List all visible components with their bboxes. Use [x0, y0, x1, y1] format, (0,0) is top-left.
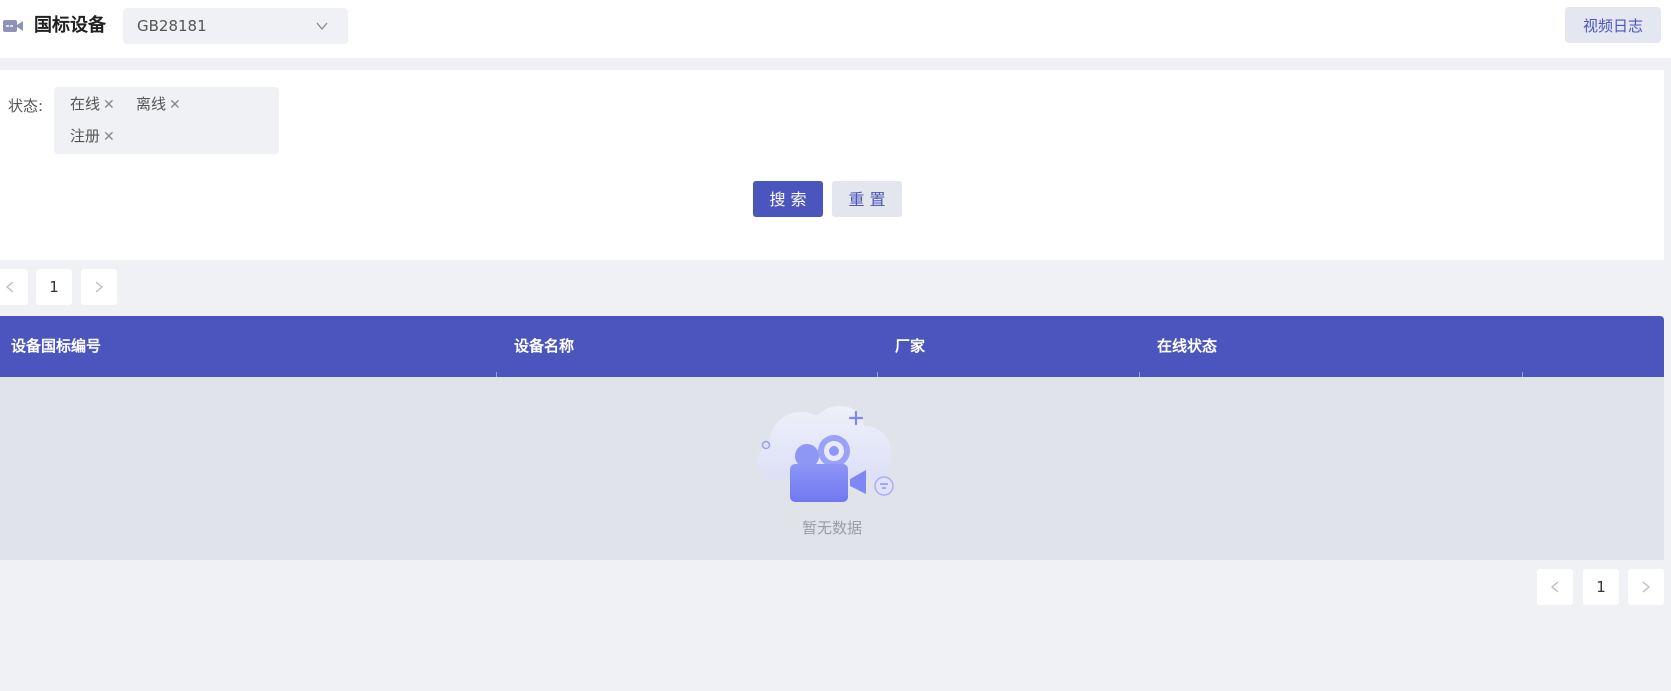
tag-label: 在线 — [70, 95, 101, 113]
table-header: 设备国标编号 设备名称 厂家 在线状态 — [0, 316, 1664, 377]
status-tag-online: 在线 ✕ — [66, 91, 119, 117]
column-header-device-name[interactable]: 设备名称 — [514, 316, 574, 377]
top-bar: 国标设备 GB28181 视频日志 — [0, 0, 1671, 58]
tag-label: 离线 — [136, 95, 167, 113]
table-body: 暂无数据 — [0, 377, 1664, 560]
video-log-button[interactable]: 视频日志 — [1565, 7, 1661, 43]
status-filter-label: 状态: — [8, 97, 44, 115]
status-tag-registered: 注册 ✕ — [66, 123, 119, 149]
status-tag-offline: 离线 ✕ — [132, 91, 185, 117]
page-number-button[interactable]: 1 — [1583, 569, 1619, 605]
pagination-top: 1 — [0, 269, 122, 305]
column-header-manufacturer[interactable]: 厂家 — [895, 316, 925, 377]
chevron-down-icon — [316, 22, 328, 31]
filter-panel: 状态: 在线 ✕ 离线 ✕ 注册 ✕ 搜索 重置 — [0, 70, 1664, 260]
empty-state-text: 暂无数据 — [801, 519, 862, 537]
chevron-right-icon — [1642, 581, 1651, 593]
prev-page-button[interactable] — [1537, 569, 1573, 605]
reset-button[interactable]: 重置 — [832, 181, 902, 217]
close-icon[interactable]: ✕ — [103, 97, 115, 113]
close-icon[interactable]: ✕ — [103, 129, 115, 145]
chevron-left-icon — [5, 281, 14, 293]
pagination-bottom: 1 — [1537, 569, 1667, 605]
status-multi-select[interactable]: 在线 ✕ 离线 ✕ 注册 ✕ — [54, 87, 279, 154]
chevron-right-icon — [95, 281, 104, 293]
close-icon[interactable]: ✕ — [169, 97, 181, 113]
column-header-device-id[interactable]: 设备国标编号 — [11, 316, 101, 377]
prev-page-button[interactable] — [0, 269, 28, 305]
protocol-select[interactable]: GB28181 — [123, 8, 348, 44]
column-header-online-status[interactable]: 在线状态 — [1157, 316, 1217, 377]
protocol-select-value: GB28181 — [137, 17, 207, 35]
search-button[interactable]: 搜索 — [753, 181, 823, 217]
next-page-button[interactable] — [81, 269, 117, 305]
chevron-left-icon — [1550, 581, 1559, 593]
empty-camera-illustration-icon — [756, 405, 894, 502]
next-page-button[interactable] — [1628, 569, 1664, 605]
page-title: 国标设备 — [34, 15, 106, 36]
page-number-button[interactable]: 1 — [36, 269, 72, 305]
tag-label: 注册 — [70, 127, 101, 145]
video-camera-icon — [3, 20, 23, 32]
